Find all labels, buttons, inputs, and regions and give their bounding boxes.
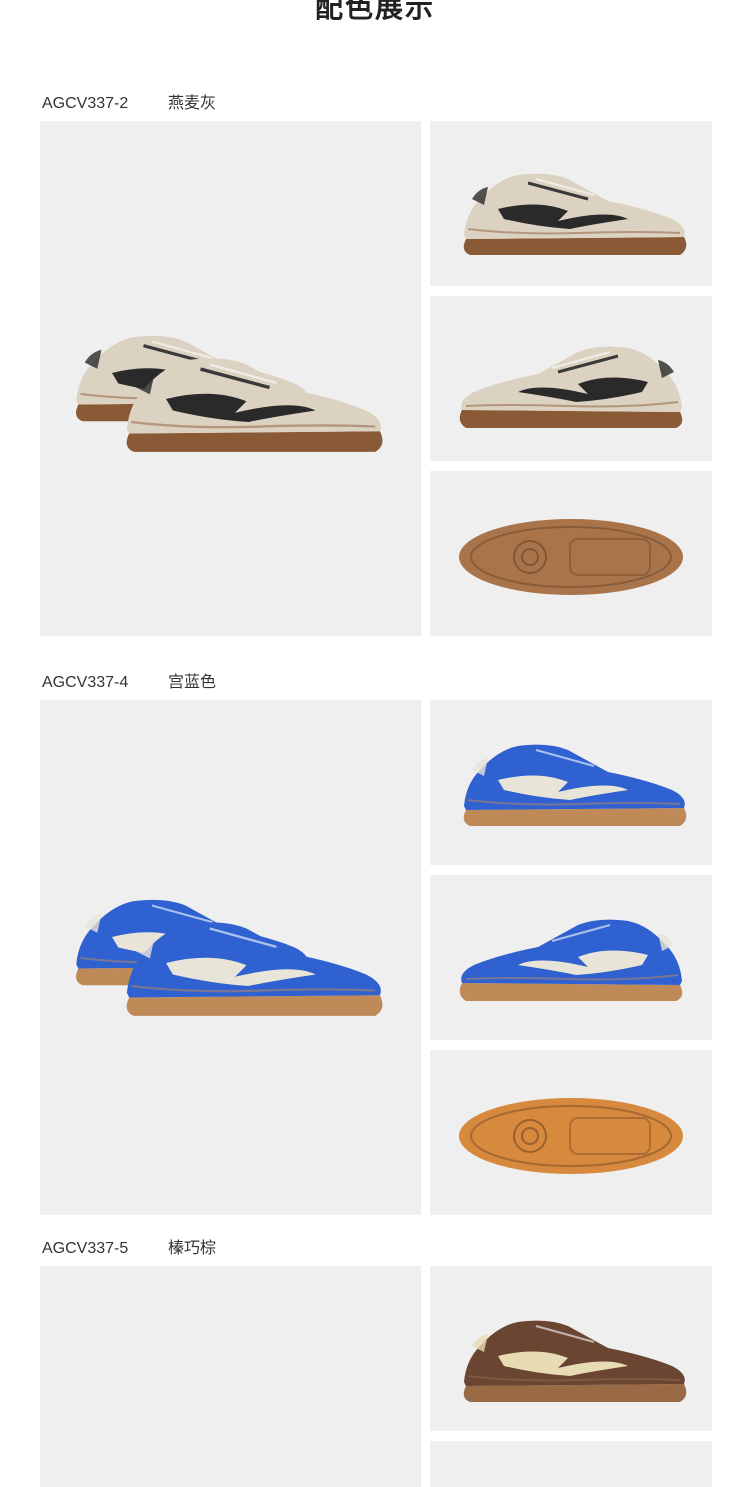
variant-code: AGCV337-5 [42,1240,129,1257]
variant-label: AGCV337-5 榛巧棕 [42,1234,216,1258]
thumbnail-side-left[interactable] [430,121,712,286]
shoe-side-right-illustration [459,919,683,1001]
section-title: 配色展示 [314,0,435,24]
variant-label: AGCV337-2 燕麦灰 [42,89,216,113]
shoe-side-left-illustration [463,1320,687,1402]
shoe-side-left-illustration [463,744,687,826]
variant-label: AGCV337-4 宫蓝色 [42,668,216,692]
variant-color-name: 榛巧棕 [168,1240,217,1257]
shoe-pair-illustration [76,899,383,1016]
variant-color-name: 宫蓝色 [168,674,217,691]
thumbnail-side-left[interactable] [430,1266,712,1431]
shoe-outsole-illustration [459,1098,683,1174]
variant-code: AGCV337-4 [42,674,129,691]
thumbnail-side-right[interactable] [430,875,712,1040]
shoe-side-right-illustration [459,346,683,428]
thumbnail-side-left[interactable] [430,700,712,865]
shoe-outsole-illustration [459,519,683,595]
thumbnail-side-right[interactable] [430,1441,712,1487]
main-product-image[interactable] [40,1266,421,1487]
thumbnail-outsole[interactable] [430,471,712,636]
variant-color-name: 燕麦灰 [168,95,217,112]
variant-code: AGCV337-2 [42,95,129,112]
thumbnail-outsole[interactable] [430,1050,712,1215]
main-product-image[interactable] [40,121,421,636]
main-product-image[interactable] [40,700,421,1215]
shoe-side-left-illustration [463,173,687,255]
thumbnail-side-right[interactable] [430,296,712,461]
shoe-pair-illustration [76,335,383,452]
